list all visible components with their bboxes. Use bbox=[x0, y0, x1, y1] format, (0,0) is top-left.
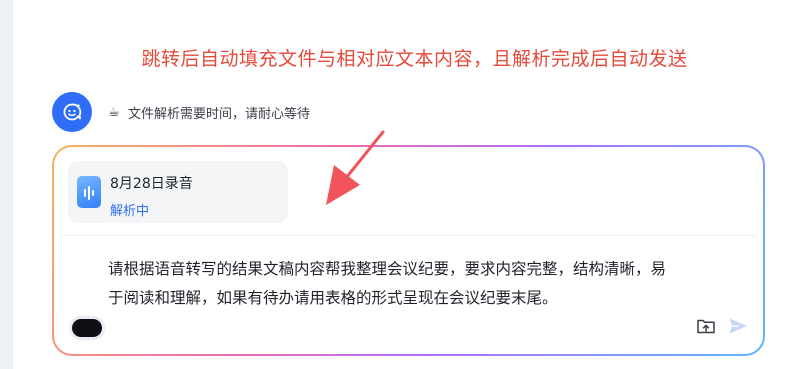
annotation-caption: 跳转后自动填充文件与相对应文本内容，且解析完成后自动发送 bbox=[141, 48, 688, 70]
attached-file-card[interactable]: 8月28日录音 解析中 bbox=[68, 161, 288, 223]
message-input[interactable]: 请根据语音转写的结果文稿内容帮我整理会议纪要，要求内容完整，结构清晰，易于阅读和… bbox=[108, 255, 668, 313]
audio-file-icon bbox=[77, 176, 101, 208]
bot-avatar bbox=[52, 92, 92, 132]
chat-composer[interactable]: 8月28日录音 解析中 请根据语音转写的结果文稿内容帮我整理会议纪要，要求内容完… bbox=[54, 147, 763, 354]
bot-face-icon bbox=[63, 103, 82, 121]
composer-divider bbox=[62, 235, 755, 236]
status-text: 文件解析需要时间，请耐心等待 bbox=[128, 106, 311, 122]
coffee-icon: ☕ bbox=[108, 104, 120, 120]
voice-input-icon[interactable] bbox=[72, 319, 102, 337]
send-icon[interactable] bbox=[728, 317, 748, 335]
upload-file-icon[interactable] bbox=[696, 317, 716, 335]
chat-composer-frame: 8月28日录音 解析中 请根据语音转写的结果文稿内容帮我整理会议纪要，要求内容完… bbox=[52, 145, 765, 356]
file-name: 8月28日录音 bbox=[110, 176, 193, 192]
file-parse-status: 解析中 bbox=[110, 204, 150, 219]
assistant-status-row: ☕ 文件解析需要时间，请耐心等待 bbox=[52, 92, 310, 132]
